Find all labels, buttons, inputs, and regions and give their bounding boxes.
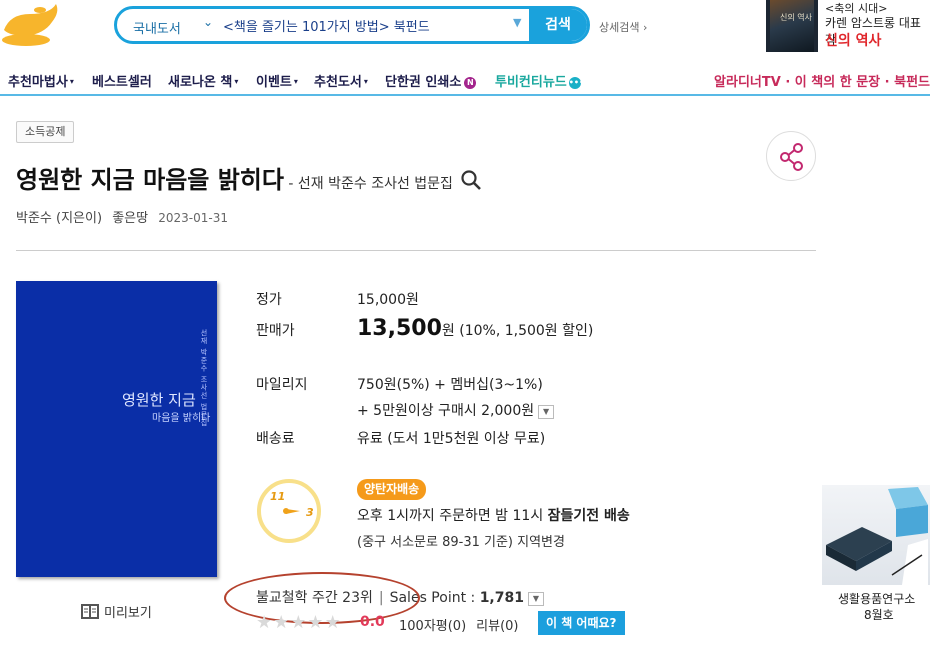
- delivery-info: 오후 1시까지 주문하면 밤 11시 잠들기전 배송: [357, 508, 630, 524]
- publish-date: 2023-01-31: [158, 211, 228, 225]
- nav-item-events[interactable]: 이벤트 ▾: [256, 71, 298, 90]
- nav-item-tobecontinued[interactable]: 투비컨티뉴드 •••: [495, 71, 585, 90]
- publisher-link[interactable]: 좋은땅: [112, 211, 148, 226]
- aladin-lamp-logo[interactable]: [0, 0, 62, 48]
- delivery-location[interactable]: (중구 서소문로 89-31 기준) 지역변경: [357, 531, 565, 550]
- review-link[interactable]: 리뷰(0): [476, 619, 518, 634]
- clock-label-11: 11: [270, 490, 285, 503]
- side-ad-title[interactable]: 생활용품연구소: [838, 590, 915, 607]
- more-dots-icon: •••: [568, 77, 585, 89]
- search-dropdown-icon[interactable]: ▼: [513, 16, 521, 29]
- clock-label-3: 3: [306, 506, 314, 519]
- sale-price-unit: 원: [441, 323, 455, 339]
- detail-search-link[interactable]: 상세검색 ›: [599, 19, 647, 35]
- star-icon: ★: [273, 612, 290, 633]
- ad-book-title: 신의 역사: [780, 13, 812, 22]
- search-button[interactable]: 검색: [529, 9, 587, 41]
- search-input[interactable]: [223, 14, 513, 36]
- search-icon[interactable]: [460, 169, 482, 191]
- cover-title: 영원한 지금: [122, 391, 196, 409]
- sale-price-value: 13,500: [357, 316, 442, 341]
- search-category-select[interactable]: 국내도서: [133, 18, 181, 37]
- ad-book-cover[interactable]: 신의 역사: [766, 0, 818, 52]
- side-ad-art: [826, 487, 928, 585]
- product-title-line: 영원한 지금 마음을 밝히다 - 선재 박준수 조사선 법문집: [16, 160, 482, 195]
- rating-stars: ★★★★★: [256, 612, 342, 633]
- chevron-down-icon[interactable]: ⌄: [203, 15, 213, 29]
- preview-label: 미리보기: [104, 606, 152, 621]
- new-badge-icon: N: [464, 77, 477, 89]
- star-icon: ★: [307, 612, 324, 633]
- sale-discount: (10%, 1,500원 할인): [454, 323, 594, 339]
- search-bar: 국내도서 ⌄ ▼ 검색: [114, 6, 590, 44]
- mileage-label: 마일리지: [256, 377, 308, 393]
- nav-item-single-print[interactable]: 단한권 인쇄소 N: [385, 71, 477, 90]
- product-title: 영원한 지금 마음을 밝히다: [16, 166, 284, 194]
- mileage-value: 750원(5%) + 멤버십(3~1%): [357, 377, 543, 393]
- ad-line-3[interactable]: 신의 역사: [825, 30, 881, 50]
- how-is-this-book-button[interactable]: 이 책 어때요?: [538, 611, 625, 635]
- side-ad-image[interactable]: [822, 485, 930, 585]
- product-meta: 박준수 (지은이) 좋은땅 2023-01-31: [16, 207, 234, 226]
- shipping-label: 배송료: [256, 431, 295, 447]
- ad-book-art: [770, 0, 814, 52]
- nav-item-recommend-wizard[interactable]: 추천마법사 ▾: [8, 71, 74, 90]
- clock-icon: 11 3: [257, 479, 321, 543]
- nav-item-recommended[interactable]: 추천도서 ▾: [314, 71, 368, 90]
- chevron-down-icon[interactable]: ▼: [527, 592, 544, 606]
- list-price-value: 15,000원: [357, 292, 419, 308]
- star-icon: ★: [290, 612, 307, 633]
- main-nav: 추천마법사 ▾ 베스트셀러 새로나온 책 ▾ 이벤트 ▾ 추천도서 ▾ 단한권 인쇄소 N…: [0, 62, 930, 96]
- nav-item-new-books[interactable]: 새로나온 책 ▾: [168, 71, 238, 90]
- carpet-delivery-badge: 양탄자배송: [357, 479, 427, 500]
- nav-right-links[interactable]: 알라디너TV · 이 책의 한 문장 · 북펀드: [714, 71, 930, 90]
- divider: [16, 250, 816, 251]
- shipping-value: 유료 (도서 1만5천원 이상 무료): [357, 431, 546, 447]
- book-cover[interactable]: 선재 박준수 조사선 법문집 영원한 지금 마음을 밝히다: [16, 281, 217, 577]
- star-icon: ★: [256, 612, 273, 633]
- chevron-down-icon[interactable]: ▼: [538, 405, 555, 419]
- share-button[interactable]: [766, 131, 816, 181]
- author-link[interactable]: 박준수 (지은이): [16, 211, 102, 226]
- sales-point-value: 1,781: [479, 590, 524, 606]
- side-ad-subtitle[interactable]: 8월호: [864, 606, 894, 623]
- rating-score: 0.0: [360, 614, 385, 630]
- preview-button[interactable]: 미리보기: [80, 602, 152, 621]
- nav-item-bestseller[interactable]: 베스트셀러: [92, 71, 152, 90]
- sale-price-label: 판매가: [256, 323, 295, 339]
- cover-subtitle: 마음을 밝히다: [152, 413, 211, 424]
- review100-link[interactable]: 100자평(0): [399, 619, 466, 634]
- book-open-icon: [81, 604, 99, 619]
- review-links: 100자평(0) 리뷰(0): [399, 615, 529, 634]
- share-icon: [780, 143, 803, 171]
- tax-deduction-tag: 소득공제: [16, 121, 75, 143]
- sale-price: 13,500원 (10%, 1,500원 할인): [357, 316, 593, 341]
- mileage-extra: + 5만원이상 구매시 2,000원 ▼: [357, 400, 555, 420]
- product-subtitle: - 선재 박준수 조사선 법문집: [283, 176, 453, 192]
- star-icon: ★: [324, 612, 341, 633]
- list-price-label: 정가: [256, 292, 282, 308]
